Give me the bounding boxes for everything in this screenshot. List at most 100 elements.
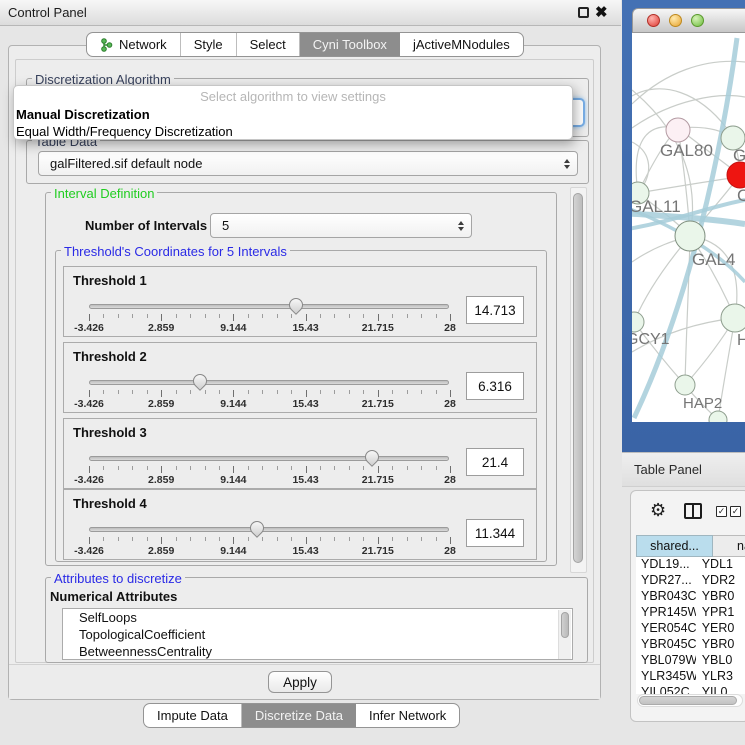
table-hscrollbar-thumb[interactable] xyxy=(639,696,737,705)
cell-name[interactable]: YIL0 xyxy=(696,685,745,694)
combobox-stepper-icon xyxy=(451,221,471,231)
zoom-traffic-light-icon[interactable] xyxy=(691,14,704,27)
gear-icon[interactable]: ⚙ xyxy=(650,501,666,519)
slider-tick-labels: -3.4262.8599.14415.4321.71528 xyxy=(89,474,450,486)
network-canvas[interactable]: GAL80GACGAL11GAL4GCY1HHAP2 xyxy=(632,33,745,422)
dropdown-option-equal-width[interactable]: Equal Width/Frequency Discretization xyxy=(14,122,572,139)
slider-tick-labels: -3.4262.8599.14415.4321.71528 xyxy=(89,322,450,334)
cell-name[interactable]: YDL1 xyxy=(696,557,745,573)
thresholds-group-title: Threshold's Coordinates for 5 Intervals xyxy=(61,244,290,259)
numerical-attributes-list[interactable]: SelfLoops TopologicalCoefficient Between… xyxy=(62,608,573,660)
cell-shared-name[interactable]: YDR27... xyxy=(636,573,696,589)
cell-shared-name[interactable]: YLR345W xyxy=(636,669,696,685)
attributes-group-title: Attributes to discretize xyxy=(51,571,185,586)
cell-shared-name[interactable]: YER054C xyxy=(636,621,696,637)
threshold-3-value[interactable]: 21.4 xyxy=(466,448,524,476)
cell-name[interactable]: YLR3 xyxy=(696,669,745,685)
table-row[interactable]: YBR045CYBR0 xyxy=(636,637,745,653)
list-item[interactable]: BetweennessCentrality xyxy=(63,643,572,660)
list-item[interactable]: TopologicalCoefficient xyxy=(63,626,572,643)
threshold-4-slider[interactable] xyxy=(89,527,449,532)
column-header-name[interactable]: na xyxy=(713,535,745,557)
threshold-4-label: Threshold 4 xyxy=(73,496,147,511)
table-data-combobox[interactable]: galFiltered.sif default node xyxy=(38,151,578,176)
table-row[interactable]: YLR345WYLR3 xyxy=(636,669,745,685)
attributes-list-scrollbar[interactable] xyxy=(558,610,571,659)
table-row[interactable]: YIL052CYIL0 xyxy=(636,685,745,694)
tab-network-label: Network xyxy=(119,37,167,52)
cell-shared-name[interactable]: YBL079W xyxy=(636,653,696,669)
cell-shared-name[interactable]: YDL19... xyxy=(636,557,696,573)
threshold-3-slider[interactable] xyxy=(89,456,449,461)
slider-ticks xyxy=(89,537,450,545)
column-header-shared-name[interactable]: shared... xyxy=(636,535,713,557)
node-gcy1[interactable] xyxy=(632,312,644,332)
apply-button[interactable]: Apply xyxy=(268,671,332,693)
cell-shared-name[interactable]: YIL052C xyxy=(636,685,696,694)
cell-name[interactable]: YPR1 xyxy=(696,605,745,621)
number-of-intervals-combobox[interactable]: 5 xyxy=(210,213,472,238)
table-row[interactable]: YDL19...YDL1 xyxy=(636,557,745,573)
table-row[interactable]: YBR043CYBR0 xyxy=(636,589,745,605)
cell-name[interactable]: YER0 xyxy=(696,621,745,637)
threshold-2-panel: Threshold 2 -3.4262.8599.14415.4321.7152… xyxy=(63,342,537,413)
dropdown-option-manual[interactable]: Manual Discretization xyxy=(14,104,572,122)
network-window-titlebar[interactable] xyxy=(632,8,745,33)
node-bottom[interactable] xyxy=(709,411,727,422)
tab-cyni-toolbox-label: Cyni Toolbox xyxy=(313,37,387,52)
threshold-2-slider[interactable] xyxy=(89,380,449,385)
split-columns-icon[interactable] xyxy=(684,503,702,519)
control-panel-titlebar: Control Panel ✖ xyxy=(0,0,621,26)
threshold-1-slider[interactable] xyxy=(89,304,449,309)
tab-jactivemnodules[interactable]: jActiveMNodules xyxy=(400,33,523,56)
threshold-3-slider-thumb[interactable] xyxy=(362,447,382,467)
threshold-4-slider-thumb[interactable] xyxy=(247,518,267,538)
table-data-combobox-value: galFiltered.sif default node xyxy=(39,156,557,171)
node-right-mid[interactable] xyxy=(721,304,745,332)
checkbox-icon[interactable]: ✓ xyxy=(716,506,727,517)
tab-impute-data[interactable]: Impute Data xyxy=(144,704,242,727)
tab-style[interactable]: Style xyxy=(181,33,237,56)
threshold-4-value[interactable]: 11.344 xyxy=(466,519,524,547)
threshold-2-slider-thumb[interactable] xyxy=(190,371,210,391)
network-svg xyxy=(632,33,745,422)
node-gal4[interactable] xyxy=(675,221,705,251)
table-row[interactable]: YER054CYER0 xyxy=(636,621,745,637)
tab-select[interactable]: Select xyxy=(237,33,300,56)
network-edge xyxy=(685,236,690,385)
node-pink[interactable] xyxy=(666,118,690,142)
network-icon xyxy=(100,38,113,52)
minimize-traffic-light-icon[interactable] xyxy=(669,14,682,27)
threshold-2-value[interactable]: 6.316 xyxy=(466,372,524,400)
tab-discretize-data-label: Discretize Data xyxy=(255,708,343,723)
float-window-icon[interactable] xyxy=(578,7,589,18)
cell-shared-name[interactable]: YBR043C xyxy=(636,589,696,605)
number-of-intervals-value: 5 xyxy=(211,218,451,233)
cell-name[interactable]: YBR0 xyxy=(696,589,745,605)
table-row[interactable]: YBL079WYBL0 xyxy=(636,653,745,669)
checkbox-icon[interactable]: ✓ xyxy=(730,506,741,517)
cell-name[interactable]: YDR2 xyxy=(696,573,745,589)
cell-shared-name[interactable]: YBR045C xyxy=(636,637,696,653)
settings-scrollbar-thumb[interactable] xyxy=(573,193,583,563)
cell-shared-name[interactable]: YPR145W xyxy=(636,605,696,621)
close-icon[interactable]: ✖ xyxy=(595,3,608,21)
threshold-1-slider-thumb[interactable] xyxy=(286,295,306,315)
list-item[interactable]: SelfLoops xyxy=(63,609,572,626)
cell-name[interactable]: YBL0 xyxy=(696,653,745,669)
settings-scrollbar[interactable] xyxy=(570,187,587,573)
table-row[interactable]: YDR27...YDR2 xyxy=(636,573,745,589)
threshold-1-label: Threshold 1 xyxy=(73,273,147,288)
tab-network[interactable]: Network xyxy=(87,33,181,56)
attributes-list-scrollbar-thumb[interactable] xyxy=(561,612,569,638)
tab-infer-network[interactable]: Infer Network xyxy=(356,704,459,727)
table-hscrollbar[interactable] xyxy=(637,694,743,707)
table-row[interactable]: YPR145WYPR1 xyxy=(636,605,745,621)
cell-name[interactable]: YBR0 xyxy=(696,637,745,653)
threshold-1-value[interactable]: 14.713 xyxy=(466,296,524,324)
tab-cyni-toolbox[interactable]: Cyni Toolbox xyxy=(300,33,400,56)
slider-ticks xyxy=(89,466,450,474)
node-hap2[interactable] xyxy=(675,375,695,395)
tab-discretize-data[interactable]: Discretize Data xyxy=(242,704,356,727)
close-traffic-light-icon[interactable] xyxy=(647,14,660,27)
